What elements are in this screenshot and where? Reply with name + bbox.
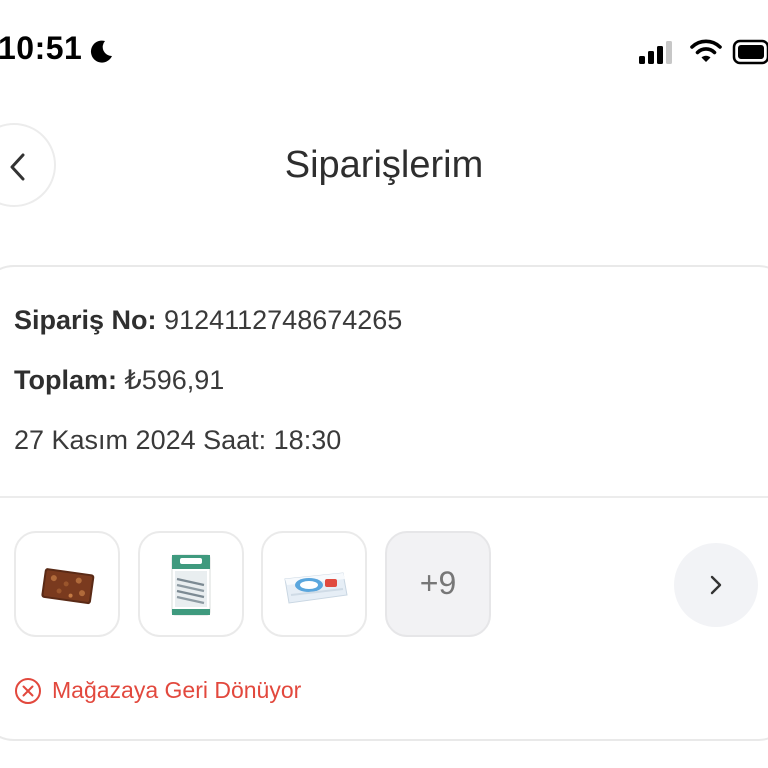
card-divider — [0, 496, 768, 498]
order-datetime: 27 Kasım 2024 Saat: 18:30 — [14, 425, 342, 455]
cream-cheese-tub-product-icon — [284, 572, 348, 604]
order-total-row: Toplam: ₺596,91 — [14, 365, 224, 396]
order-total-value: ₺596,91 — [124, 365, 225, 395]
anchovy-fish-pack-product-icon — [171, 554, 211, 616]
order-number-value: 9124112748674265 — [164, 305, 403, 335]
product-thumbnail[interactable] — [261, 531, 367, 637]
cellular-signal-icon — [639, 41, 672, 64]
moon-icon — [90, 40, 112, 63]
chevron-right-icon — [710, 575, 722, 595]
order-number-row: Sipariş No: 9124112748674265 — [14, 305, 402, 336]
page-title: Siparişlerim — [284, 144, 484, 186]
status-time: 10:51 — [0, 30, 83, 66]
order-total-label: Toplam: — [14, 365, 117, 395]
order-card[interactable]: Sipariş No: 9124112748674265 Toplam: ₺59… — [0, 265, 768, 741]
header: Siparişlerim — [0, 110, 768, 220]
order-status-text: Mağazaya Geri Dönüyor — [52, 677, 302, 703]
product-thumbnail[interactable] — [138, 531, 244, 637]
circle-x-icon — [15, 678, 41, 704]
order-detail-button[interactable] — [674, 543, 758, 627]
status-bar: 10:51 — [0, 0, 768, 100]
order-number-label: Sipariş No: — [14, 305, 157, 335]
chocolate-bar-product-icon — [41, 568, 95, 605]
wifi-icon — [690, 39, 722, 62]
more-products-button[interactable]: +9 — [385, 531, 491, 637]
battery-icon — [732, 39, 768, 65]
product-thumbnail[interactable] — [14, 531, 120, 637]
more-products-count: +9 — [419, 565, 457, 601]
